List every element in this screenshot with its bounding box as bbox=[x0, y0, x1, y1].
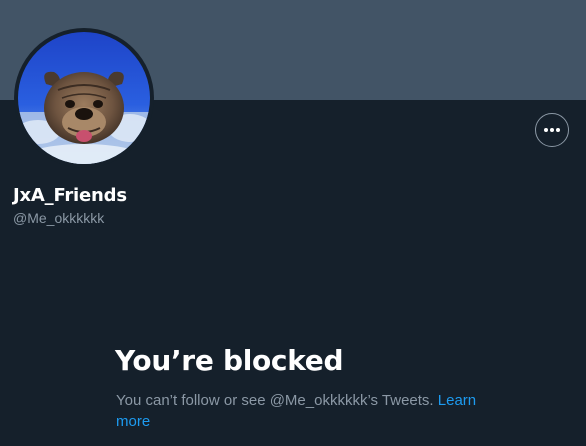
ellipsis-icon bbox=[544, 128, 560, 132]
more-options-button[interactable] bbox=[535, 113, 569, 147]
bulldog-avatar-icon bbox=[18, 32, 150, 164]
profile-handle: @Me_okkkkkk bbox=[13, 210, 105, 226]
blocked-title: You’re blocked bbox=[115, 344, 344, 377]
profile-avatar[interactable] bbox=[14, 28, 154, 168]
blocked-message: You can’t follow or see @Me_okkkkkk’s Tw… bbox=[116, 390, 496, 432]
blocked-message-text: You can’t follow or see @Me_okkkkkk’s Tw… bbox=[116, 392, 434, 409]
profile-display-name: JxA_Friends bbox=[13, 185, 127, 206]
